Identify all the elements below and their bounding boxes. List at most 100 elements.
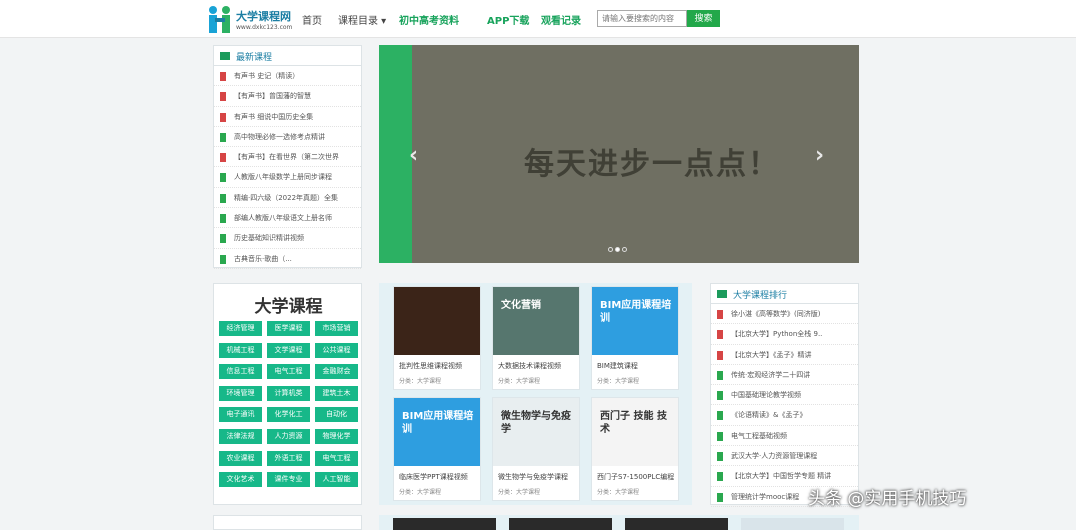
category-tag[interactable]: 信息工程	[219, 364, 262, 380]
carousel-prev-arrow-icon[interactable]: ‹	[409, 143, 418, 168]
list-item[interactable]: 【有声书】在看世界（第二次世界	[214, 147, 361, 168]
carousel-next-arrow-icon[interactable]: ›	[815, 143, 824, 168]
course-card[interactable]: BIM应用课程培训 BIM建筑课程 分类：大学课程	[591, 286, 679, 390]
category-tag[interactable]: 文化艺术	[219, 472, 262, 488]
list-item[interactable]: 电气工程基础视频	[711, 426, 858, 447]
category-tag[interactable]: 金融财会	[315, 364, 358, 380]
card-category: 分类：大学课程	[399, 489, 442, 496]
course-link[interactable]: 有声书 细说中国历史全集	[234, 112, 359, 122]
category-tag[interactable]: 环境管理	[219, 385, 262, 401]
course-thumbnail[interactable]	[393, 518, 496, 530]
category-tag[interactable]: 电气工程	[267, 364, 310, 380]
card-title[interactable]: 微生物学与免疫学课程	[498, 472, 578, 482]
list-item[interactable]: 部编人教版八年级语文上册名师	[214, 208, 361, 229]
course-link[interactable]: 高中物理必修一选修考点精讲	[234, 132, 359, 142]
list-item[interactable]: 有声书 细说中国历史全集	[214, 107, 361, 127]
course-card[interactable]: BIM应用课程培训 临床医学PPT课程视频 分类：大学课程	[393, 397, 481, 501]
category-tag[interactable]: 文学课程	[267, 342, 310, 358]
book-icon	[717, 391, 723, 401]
course-link[interactable]: 历史基础知识精讲视频	[234, 233, 359, 243]
carousel-dot[interactable]	[622, 247, 627, 252]
category-tag[interactable]: 法律法规	[219, 429, 262, 444]
course-link[interactable]: 人教版八年级数学上册同步课程	[234, 172, 359, 182]
card-category: 分类：大学课程	[498, 489, 541, 496]
nav-home[interactable]: 首页	[302, 12, 322, 27]
category-tag[interactable]: 市场营销	[315, 321, 358, 336]
course-card[interactable]: 文化营销 大数据技术课程视频 分类：大学课程	[492, 286, 580, 390]
category-tag[interactable]: 化学化工	[267, 407, 310, 423]
course-card[interactable]: 批判性思维课程视频 分类：大学课程	[393, 286, 481, 390]
category-tag[interactable]: 电气工程	[315, 450, 358, 466]
list-item[interactable]: 徐小湛《高等数学》(同济版)	[711, 304, 858, 325]
course-link[interactable]: 【有声书】在看世界（第二次世界	[234, 152, 359, 162]
category-tag[interactable]: 公共课程	[315, 342, 358, 358]
course-link[interactable]: 电气工程基础视频	[731, 431, 856, 441]
course-link[interactable]: 部编人教版八年级语文上册名师	[234, 213, 359, 223]
list-item[interactable]: 中国基础理论教学视频	[711, 385, 858, 406]
thumbnail-caption: 微生物学与免疫学	[501, 411, 571, 435]
category-tag[interactable]: 农业课程	[219, 450, 262, 466]
course-link[interactable]: 【北京大学】Python全栈 9..	[731, 329, 856, 339]
list-item[interactable]: 古典音乐·歌曲（...	[214, 249, 361, 269]
list-icon	[717, 290, 727, 298]
course-thumbnail: BIM应用课程培训	[592, 287, 678, 355]
course-link[interactable]: 中国基础理论教学视频	[731, 390, 856, 400]
category-tag[interactable]: 医学课程	[267, 321, 310, 336]
nav-course-catalog[interactable]: 课程目录 ▾	[338, 12, 386, 27]
category-tag[interactable]: 经济管理	[219, 321, 262, 336]
book-icon	[220, 234, 226, 244]
course-link[interactable]: 传统·宏观经济学二十四讲	[731, 370, 856, 380]
card-title[interactable]: BIM建筑课程	[597, 361, 677, 371]
list-item[interactable]: 武汉大学·人力资源管理课程	[711, 446, 858, 467]
course-link[interactable]: 武汉大学·人力资源管理课程	[731, 451, 856, 461]
card-title[interactable]: 批判性思维课程视频	[399, 361, 479, 371]
carousel-dot[interactable]	[608, 247, 613, 252]
list-item[interactable]: 有声书 史记（精读）	[214, 66, 361, 87]
course-card[interactable]: 微生物学与免疫学微生物学与免疫学课程 分类：大学课程	[492, 397, 580, 501]
card-title[interactable]: 临床医学PPT课程视频	[399, 472, 479, 482]
carousel-dots	[607, 237, 628, 256]
search-input[interactable]	[597, 10, 687, 27]
course-thumbnail[interactable]	[509, 518, 612, 530]
category-tag[interactable]: 课件专业	[267, 472, 310, 488]
course-link[interactable]: 【北京大学】中国哲学专题 精讲	[731, 471, 856, 481]
list-item[interactable]: 传统·宏观经济学二十四讲	[711, 365, 858, 386]
book-icon	[220, 92, 226, 102]
category-tag[interactable]: 人工智能	[315, 472, 358, 488]
course-link[interactable]: 《论语精读》&《孟子》	[731, 410, 856, 420]
list-item[interactable]: 高中物理必修一选修考点精讲	[214, 127, 361, 148]
category-tag[interactable]: 物理化学	[315, 429, 358, 444]
course-thumbnail[interactable]	[625, 518, 728, 530]
category-tag[interactable]: 外语工程	[267, 450, 310, 466]
search-button[interactable]: 搜索	[687, 10, 720, 27]
category-tag[interactable]: 建筑土木	[315, 385, 358, 401]
site-logo[interactable]: 大学课程网 www.dxkc123.com	[206, 5, 292, 35]
course-link[interactable]: 有声书 史记（精读）	[234, 71, 359, 81]
course-card[interactable]: 西门子 技能 技术 西门子S7-1500PLC编程 分类：大学课程	[591, 397, 679, 501]
course-link[interactable]: 精编·四六级（2022年真题）全集	[234, 193, 359, 203]
course-link[interactable]: 【有声书】曾国藩的智慧	[234, 91, 359, 101]
list-item[interactable]: 【有声书】曾国藩的智慧	[214, 86, 361, 107]
list-item[interactable]: 【北京大学】《孟子》精讲	[711, 345, 858, 365]
nav-app-download[interactable]: APP下载	[487, 12, 529, 27]
course-thumbnail[interactable]	[741, 518, 844, 530]
nav-watch-history[interactable]: 观看记录	[541, 12, 581, 27]
list-item[interactable]: 《论语精读》&《孟子》	[711, 405, 858, 426]
list-item[interactable]: 精编·四六级（2022年真题）全集	[214, 188, 361, 209]
card-title[interactable]: 大数据技术课程视频	[498, 361, 578, 371]
course-link[interactable]: 【北京大学】《孟子》精讲	[731, 350, 856, 360]
course-link[interactable]: 徐小湛《高等数学》(同济版)	[731, 309, 856, 319]
category-tag[interactable]: 自动化	[315, 407, 358, 423]
course-link[interactable]: 古典音乐·歌曲（...	[234, 254, 359, 264]
nav-exam-materials[interactable]: 初中高考资料	[399, 12, 459, 27]
carousel-dot-active[interactable]	[615, 247, 620, 252]
carousel-banner[interactable]: 每天进步一点点！ ‹ ›	[379, 45, 859, 263]
category-tag[interactable]: 人力资源	[267, 429, 310, 444]
category-tag[interactable]: 电子通讯	[219, 407, 262, 423]
list-item[interactable]: 【北京大学】Python全栈 9..	[711, 324, 858, 345]
list-item[interactable]: 人教版八年级数学上册同步课程	[214, 167, 361, 188]
category-tag[interactable]: 机械工程	[219, 342, 262, 358]
list-item[interactable]: 历史基础知识精讲视频	[214, 228, 361, 249]
card-title[interactable]: 西门子S7-1500PLC编程	[597, 472, 677, 482]
category-tag[interactable]: 计算机类	[267, 385, 310, 401]
